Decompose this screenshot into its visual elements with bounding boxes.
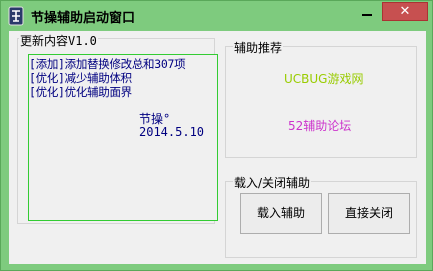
window-client-area: 更新内容V1.0 [添加]添加替换修改总和307项 [优化]减少辅助体积 [优化… [9, 31, 426, 264]
recommend-group: 辅助推荐 UCBUG游戏网 52辅助论坛 [225, 39, 417, 158]
actions-group: 载入/关闭辅助 载入辅助 直接关闭 [225, 174, 417, 258]
update-note: [优化]优化辅助面界 [29, 85, 132, 99]
title-bar[interactable]: 节操辅助启动窗口 ✕ [1, 1, 432, 31]
minimize-button[interactable] [354, 2, 380, 21]
close-button[interactable]: ✕ [382, 2, 428, 21]
updates-group: 更新内容V1.0 [添加]添加替换修改总和307项 [优化]减少辅助体积 [优化… [17, 32, 218, 224]
load-assist-button[interactable]: 载入辅助 [240, 193, 322, 234]
close-icon: ✕ [399, 4, 411, 19]
updates-group-label: 更新内容V1.0 [19, 32, 98, 49]
actions-group-label: 载入/关闭辅助 [233, 174, 312, 191]
link-ucbug[interactable]: UCBUG游戏网 [284, 70, 363, 87]
window-title: 节操辅助启动窗口 [31, 11, 136, 26]
recommend-group-label: 辅助推荐 [233, 39, 284, 56]
minimize-icon [362, 14, 372, 16]
link-52-forum[interactable]: 52辅助论坛 [288, 117, 351, 134]
release-date: 2014.5.10 [139, 125, 205, 139]
close-directly-button[interactable]: 直接关闭 [328, 193, 410, 234]
app-badge-icon [8, 6, 24, 26]
update-notes-box: [添加]添加替换修改总和307项 [优化]减少辅助体积 [优化]优化辅助面界 节… [28, 54, 218, 221]
main-window: 节操辅助启动窗口 ✕ 更新内容V1.0 [添加]添加替换修改总和307项 [优化… [0, 0, 433, 271]
